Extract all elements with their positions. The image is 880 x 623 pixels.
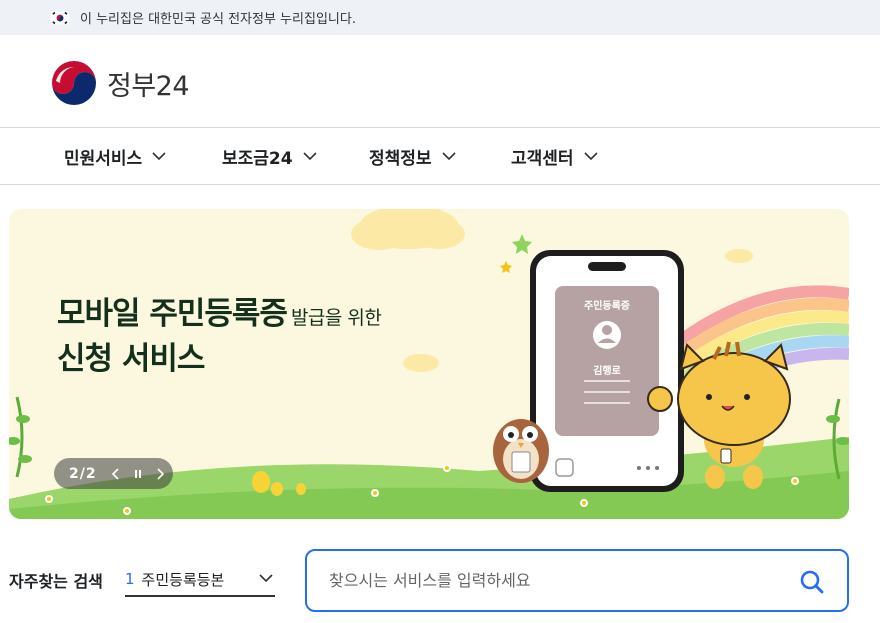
id-card-name: 김행로 (593, 366, 621, 377)
chevron-down-icon (303, 151, 317, 160)
nav-item-customer-center[interactable]: 고객센터 (511, 128, 598, 184)
chevron-down-icon (152, 151, 166, 160)
chevron-left-icon (111, 467, 119, 480)
hero-banner[interactable]: 모바일 주민등록증 발급을 위한 신청 서비스 주민등록증 김행로 2/2 (9, 209, 849, 519)
nav-item-civil-service[interactable]: 민원서비스 (64, 128, 166, 184)
logo-link[interactable]: 정부24 (50, 59, 190, 107)
chevron-right-icon (157, 467, 164, 480)
hero-title-line2: 신청 서비스 (57, 340, 205, 377)
search-input[interactable] (329, 571, 769, 590)
korea-flag-icon (50, 10, 70, 25)
nav-item-label: 보조금24 (222, 148, 293, 169)
frequent-search-select[interactable]: 1 주민등록등본 (125, 563, 275, 597)
nav-item-label: 정책정보 (369, 148, 432, 169)
gov-banner-text: 이 누리집은 대한민국 공식 전자정부 누리집입니다. (80, 12, 356, 27)
hero-title: 모바일 주민등록증 발급을 위한 신청 서비스 (57, 292, 382, 382)
nav-item-label: 고객센터 (511, 148, 574, 169)
hero-title-sub: 발급을 위한 (290, 307, 382, 329)
frequent-search-label: 자주찾는 검색 (9, 572, 103, 591)
main-nav: 민원서비스 보조금24 정책정보 고객센터 (0, 128, 880, 185)
search-icon[interactable] (799, 569, 825, 595)
nav-item-subsidy[interactable]: 보조금24 (222, 128, 317, 184)
frequent-search-term: 주민등록등본 (141, 570, 225, 589)
search-box (305, 549, 849, 612)
government-emblem-icon (52, 61, 96, 105)
slide-counter: 2/2 (69, 465, 97, 482)
nav-item-label: 민원서비스 (64, 148, 143, 169)
id-card-title: 주민등록증 (584, 301, 630, 312)
gov-official-banner: 이 누리집은 대한민국 공식 전자정부 누리집입니다. (0, 0, 880, 35)
pause-icon (134, 469, 141, 478)
next-slide-button[interactable] (151, 464, 169, 484)
chevron-down-icon (441, 151, 456, 160)
pause-slide-button[interactable] (129, 464, 147, 484)
slide-controls: 2/2 (54, 458, 173, 489)
nav-item-policy-info[interactable]: 정책정보 (369, 128, 456, 184)
chevron-down-icon (583, 151, 598, 160)
chevron-down-icon (259, 574, 273, 583)
frequent-search-rank: 1 (125, 570, 135, 588)
logo-text: 정부24 (107, 70, 190, 102)
prev-slide-button[interactable] (107, 464, 125, 484)
hero-title-main: 모바일 주민등록증 (57, 296, 288, 332)
site-header: 정부24 (0, 35, 880, 128)
